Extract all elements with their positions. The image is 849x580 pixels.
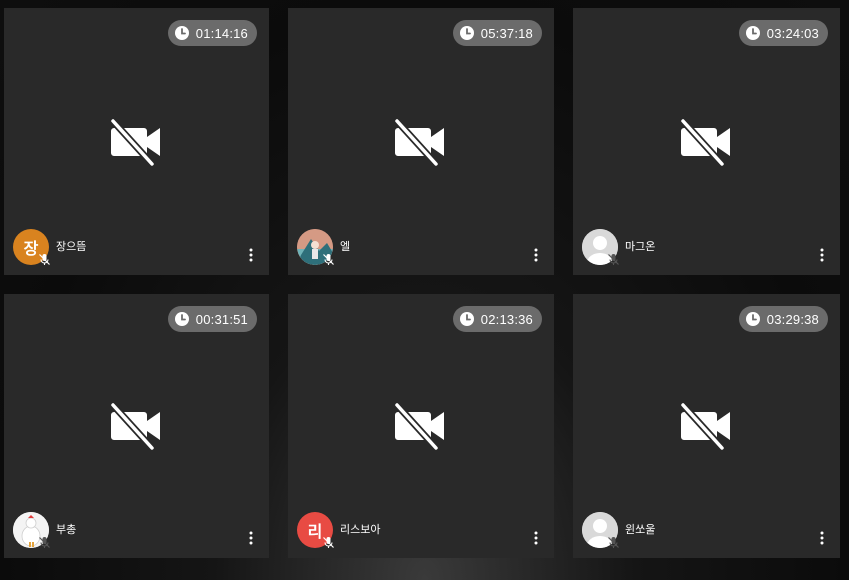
participant-tile[interactable]: 00:31:51 부총 — [4, 294, 269, 558]
session-timer: 05:37:18 — [452, 20, 542, 46]
mic-off-icon — [39, 254, 50, 265]
participant-tile[interactable]: 02:13:36 리 리스보아 — [288, 294, 554, 558]
more-vertical-icon[interactable] — [249, 248, 253, 262]
participant-info: 마그온 — [582, 229, 655, 265]
avatar — [13, 512, 50, 548]
participant-info: 엘 — [297, 229, 350, 265]
mic-off-icon — [608, 537, 619, 548]
mic-off-icon — [323, 537, 334, 548]
avatar: 리 — [297, 512, 334, 548]
participant-info: 윈쏘울 — [582, 512, 655, 548]
participant-grid: 01:14:16 장 장으뜸 05:37:18 엘 03:24:03 마그온 0… — [0, 0, 849, 580]
avatar-initial: 리 — [307, 522, 323, 541]
avatar — [582, 512, 619, 548]
participant-name: 엘 — [340, 240, 351, 253]
participant-tile[interactable]: 03:24:03 마그온 — [573, 8, 840, 275]
participant-name: 윈쏘울 — [625, 523, 656, 536]
clock-icon — [459, 26, 474, 40]
participant-info: 리 리스보아 — [297, 512, 380, 548]
video-off-icon — [394, 402, 444, 450]
session-timer: 01:14:16 — [167, 20, 257, 46]
video-off-icon — [109, 402, 160, 450]
more-vertical-icon[interactable] — [534, 248, 538, 262]
participant-info: 장 장으뜸 — [13, 229, 86, 265]
participant-tile[interactable]: 03:29:38 윈쏘울 — [573, 294, 840, 558]
participant-tile[interactable]: 01:14:16 장 장으뜸 — [4, 8, 269, 275]
mic-off-icon — [39, 537, 50, 548]
more-vertical-icon[interactable] — [820, 248, 824, 262]
timer-value: 02:13:36 — [480, 311, 533, 327]
video-off-icon — [109, 118, 160, 166]
participant-name: 리스보아 — [340, 523, 381, 536]
timer-value: 03:29:38 — [766, 311, 819, 327]
clock-icon — [745, 26, 760, 40]
avatar — [582, 229, 619, 265]
more-vertical-icon[interactable] — [534, 531, 538, 545]
avatar — [297, 229, 334, 265]
more-vertical-icon[interactable] — [249, 531, 253, 545]
avatar-initial: 장 — [23, 239, 39, 258]
participant-name: 장으뜸 — [56, 240, 87, 253]
session-timer: 03:24:03 — [738, 20, 828, 46]
timer-value: 03:24:03 — [766, 25, 819, 41]
session-timer: 00:31:51 — [167, 306, 257, 332]
clock-icon — [459, 312, 474, 326]
timer-value: 00:31:51 — [195, 311, 248, 327]
clock-icon — [174, 312, 189, 326]
video-off-icon — [394, 118, 444, 166]
participant-tile[interactable]: 05:37:18 엘 — [288, 8, 554, 275]
session-timer: 03:29:38 — [738, 306, 828, 332]
participant-name: 마그온 — [625, 240, 656, 253]
mic-off-icon — [323, 254, 334, 265]
clock-icon — [745, 312, 760, 326]
participant-name: 부총 — [56, 523, 77, 536]
video-off-icon — [679, 402, 730, 450]
timer-value: 05:37:18 — [480, 25, 533, 41]
clock-icon — [174, 26, 189, 40]
session-timer: 02:13:36 — [452, 306, 542, 332]
timer-value: 01:14:16 — [195, 25, 248, 41]
avatar: 장 — [13, 229, 50, 265]
mic-off-icon — [608, 254, 619, 265]
participant-info: 부총 — [13, 512, 76, 548]
more-vertical-icon[interactable] — [820, 531, 824, 545]
video-off-icon — [679, 118, 730, 166]
